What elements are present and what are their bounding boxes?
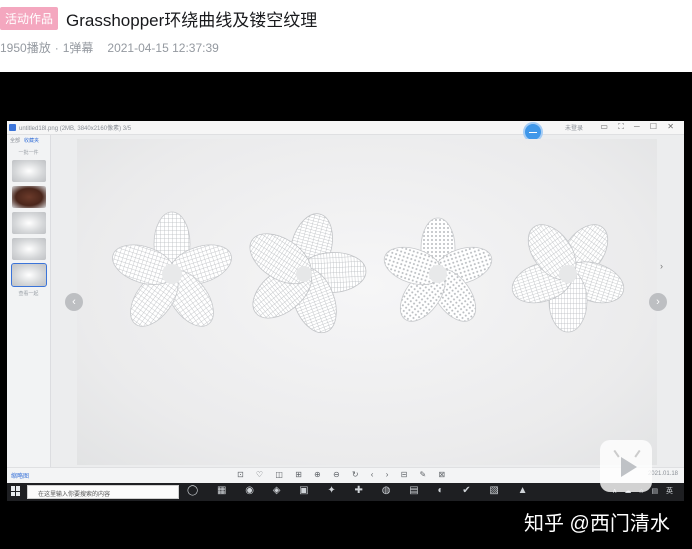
viewer-titlebar: untitled18l.png (2MB, 3840x2160像素) 3/5 未… [7, 121, 684, 135]
sidebar-tabs: 全部 收藏夹 [7, 135, 50, 146]
video-title: Grasshopper环绕曲线及镂空纹理 [66, 10, 318, 30]
viewer-tool-icons[interactable]: ⊡ ♡ ◫ ⊞ ⊕ ⊖ ↻ ‹ › ⊟ ✎ ⊠ [237, 470, 450, 479]
thumbnail-5 [10, 263, 47, 287]
lattice-knot-1 [112, 211, 232, 327]
start-icon[interactable] [11, 486, 21, 496]
thumbnail-1 [11, 160, 46, 182]
lattice-knot-2 [249, 213, 367, 334]
taskbar-search-input[interactable]: 在这里输入你要搜索的内容 [27, 485, 179, 499]
viewer-user: 未登录 [565, 126, 584, 132]
video-page: 活动作品 Grasshopper环绕曲线及镂空纹理 1950播放 · 1弹幕 2021… [0, 0, 692, 549]
thumbnail-toggle-button[interactable]: 缩略图 [11, 471, 29, 480]
thumbnail-2 [11, 186, 46, 208]
zhihu-watermark: 知乎 @西门清水 [524, 513, 670, 535]
lattice-knot-3 [383, 217, 493, 322]
meta-separator: · [54, 41, 59, 55]
lattice-knot-4 [511, 224, 625, 333]
sidebar-tab-all: 全部 [10, 138, 21, 144]
sidebar-footer: 查看一起 [18, 291, 39, 297]
windows-taskbar: 在这里输入你要搜索的内容 ◯ ▦ ◉ ◈ ▣ ✦ ✚ ◍ ▤ ◐ ✔ ▧ ▲ ʌ… [7, 483, 684, 501]
play-icon[interactable] [621, 457, 637, 477]
image-viewer-window: untitled18l.png (2MB, 3840x2160像素) 3/5 未… [7, 121, 684, 483]
video-player[interactable]: untitled18l.png (2MB, 3840x2160像素) 3/5 未… [0, 72, 692, 549]
image-canvas [77, 139, 657, 465]
next-image-button[interactable]: › [649, 293, 667, 311]
video-header: 活动作品 Grasshopper环绕曲线及镂空纹理 1950播放 · 1弹幕 2021… [0, 0, 692, 72]
prev-image-button[interactable]: ‹ [65, 293, 83, 311]
title-row: 活动作品 Grasshopper环绕曲线及镂空纹理 [0, 6, 317, 30]
viewer-filename: untitled18l.png (2MB, 3840x2160像素) 3/5 [19, 126, 132, 132]
viewer-toolbar: 缩略图 ⊡ ♡ ◫ ⊞ ⊕ ⊖ ↻ ‹ › ⊟ ✎ ⊠ 2021.01.18 [7, 467, 684, 483]
danmaku-count: 1弹幕 [62, 41, 94, 55]
viewer-logo-icon [9, 124, 16, 131]
viewer-window-controls: ▭ ⛶ ─ ☐ ✕ [600, 122, 678, 131]
taskbar-app-icons[interactable]: ◯ ▦ ◉ ◈ ▣ ✦ ✚ ◍ ▤ ◐ ✔ ▧ ▲ [187, 485, 536, 496]
sidebar-tab-favorites: 收藏夹 [24, 138, 40, 144]
play-count: 1950播放 [0, 41, 51, 55]
expand-panel-chevron-icon[interactable]: › [660, 261, 663, 271]
activity-badge[interactable]: 活动作品 [0, 6, 59, 30]
viewer-sidebar: 全部 收藏夹 一批一件 查看一起 [7, 135, 51, 467]
sidebar-caption: 一批一件 [18, 150, 39, 156]
thumbnail-3 [11, 212, 46, 234]
publish-datetime: 2021-04-15 12:37:39 [107, 41, 219, 55]
video-meta: 1950播放 · 1弹幕 2021-04-15 12:37:39 [0, 39, 219, 56]
viewer-toolbar-status: 2021.01.18 [647, 471, 678, 477]
thumbnail-4 [11, 238, 46, 260]
